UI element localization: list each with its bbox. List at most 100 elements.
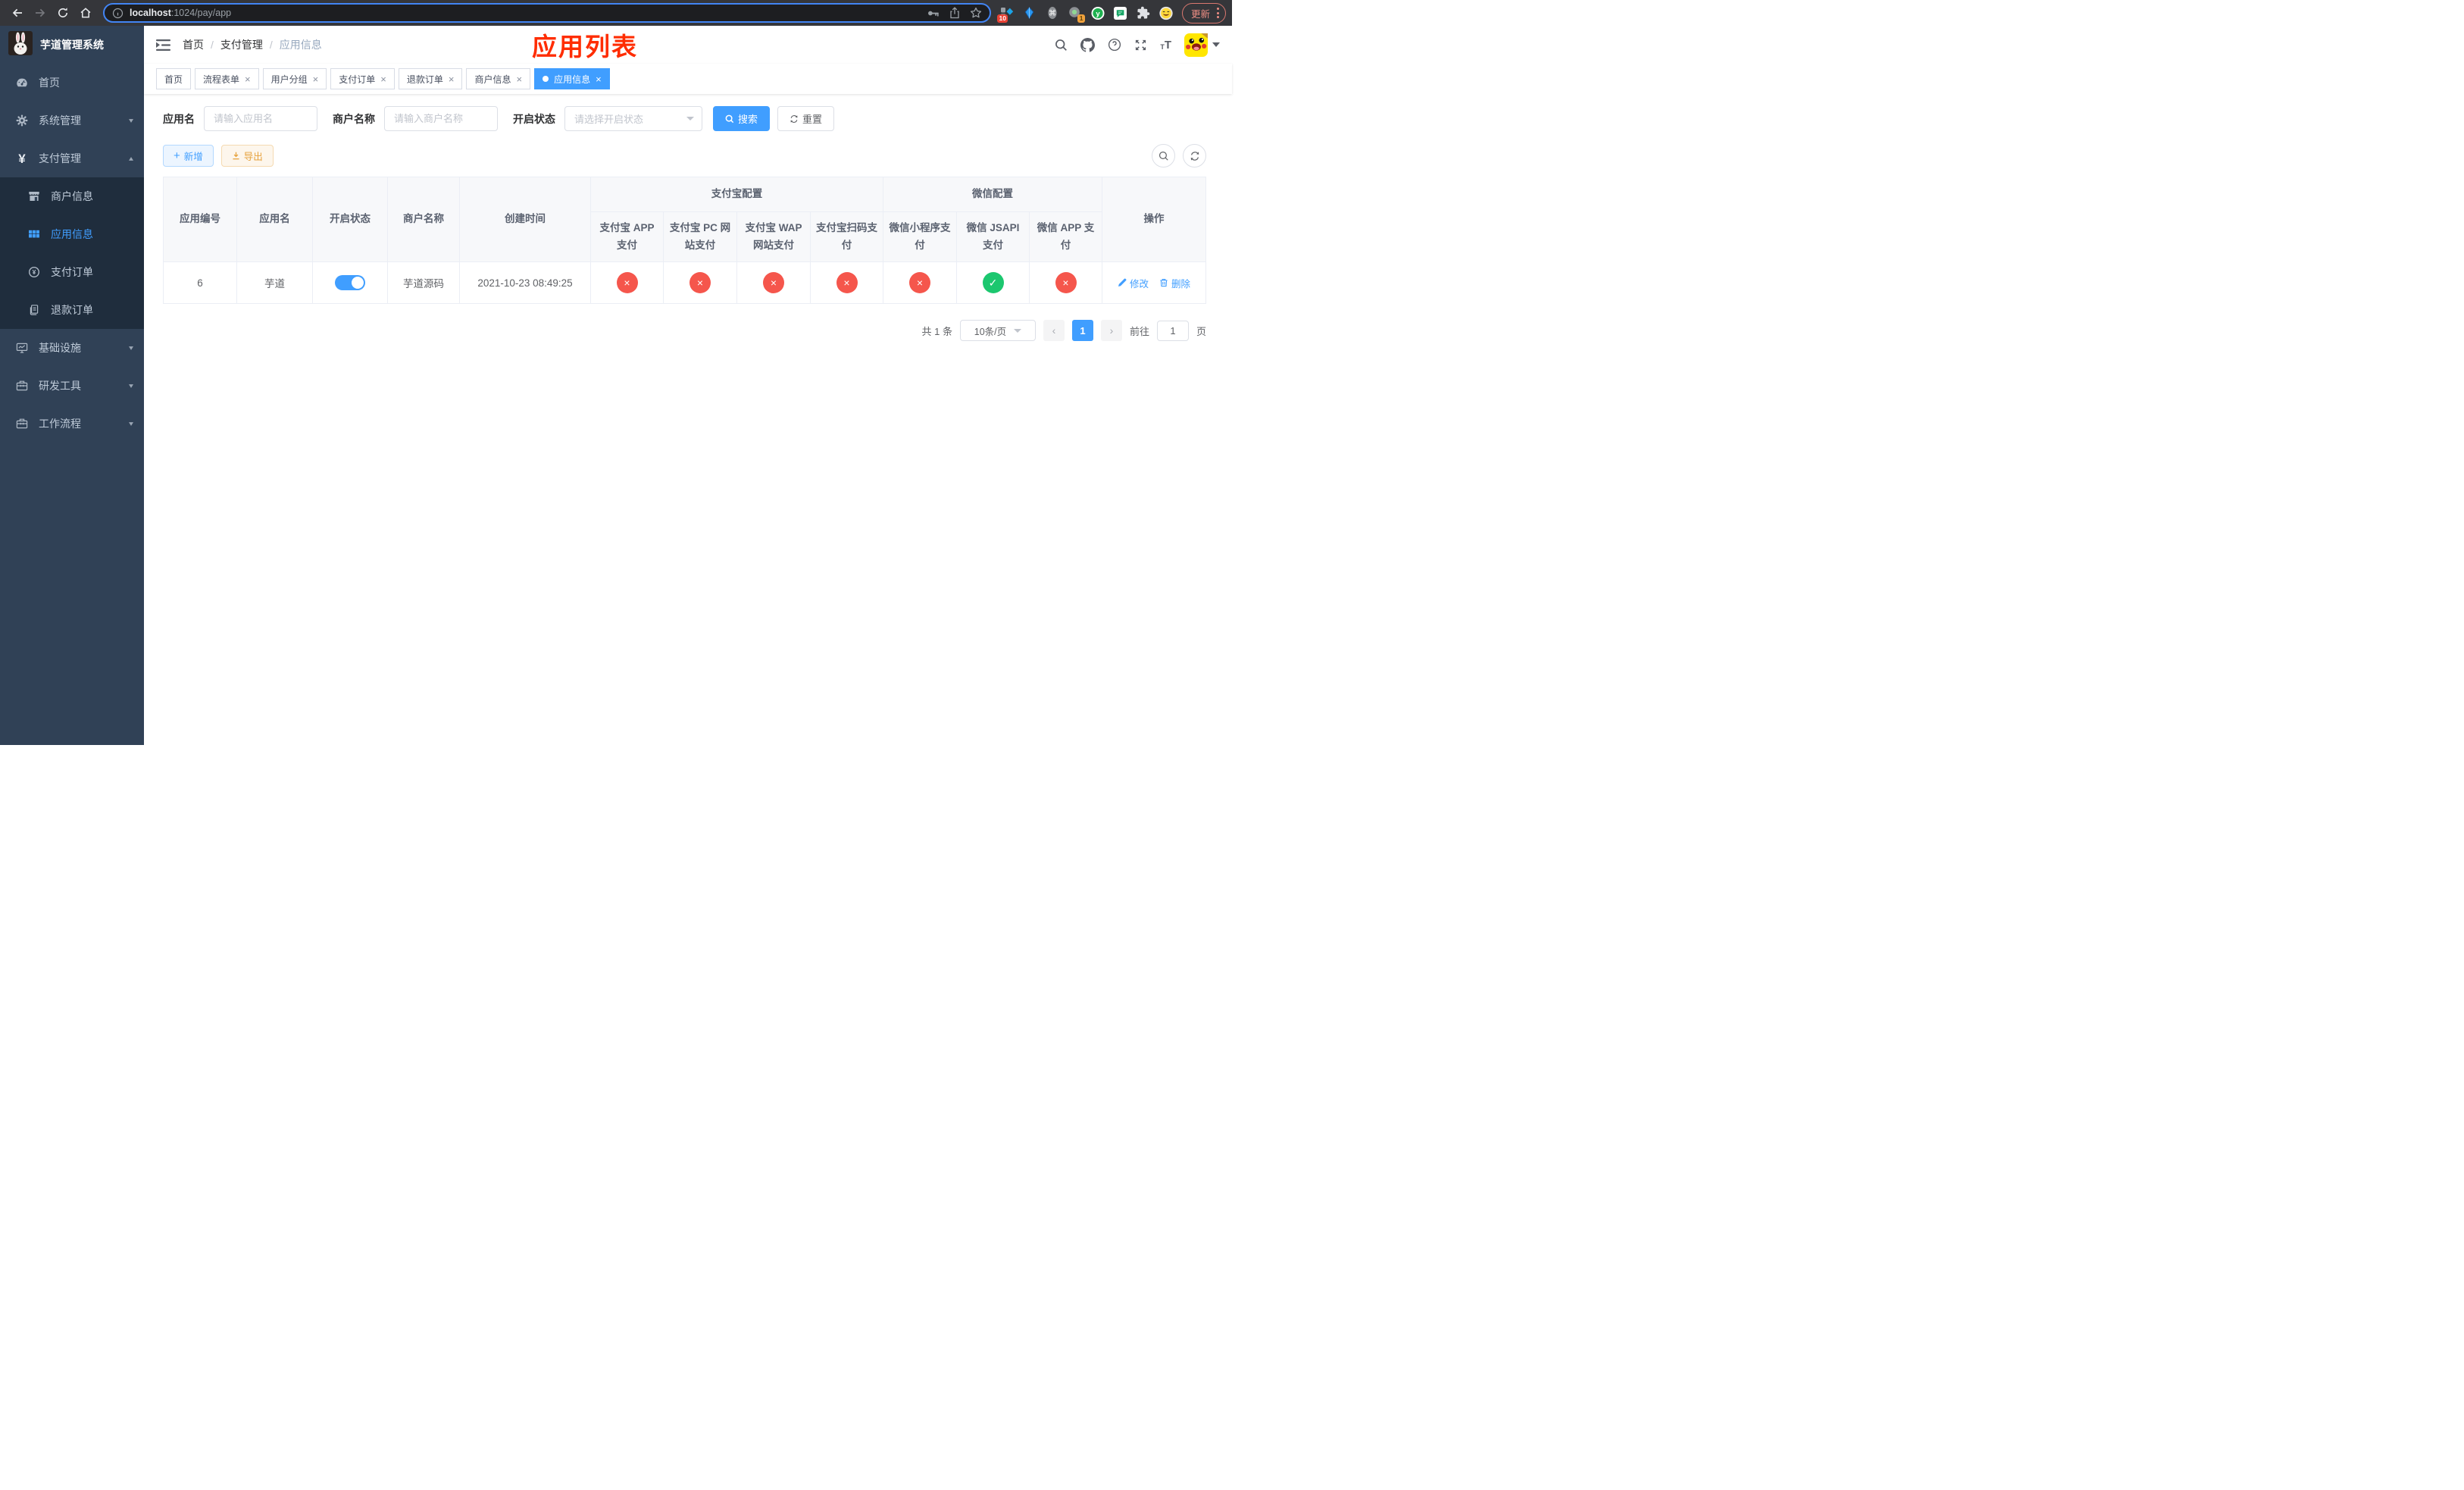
chevron-down-icon: ▾ [128,381,133,390]
close-tab-icon[interactable]: × [380,74,386,84]
goto-label: 前往 [1129,325,1149,337]
app-name-input[interactable] [204,106,317,131]
screen: localhost:1024/pay/app 10 ⌘ 1 y 更新 芋道管理系… [0,0,1232,745]
address-bar[interactable]: localhost:1024/pay/app [103,3,991,23]
sidebar-item-refund-order[interactable]: 退款订单 [0,291,144,329]
browser-back-button[interactable] [8,3,27,23]
tab-label: 流程表单 [203,74,240,85]
breadcrumb-home[interactable]: 首页 [183,37,204,52]
browser-reload-button[interactable] [53,3,73,23]
ext-y-icon[interactable]: y [1091,6,1105,20]
tab-merchant-info[interactable]: 商户信息 × [466,68,531,89]
search-button[interactable]: 搜索 [713,106,771,131]
col-alipay-pc: 支付宝 PC 网站支付 [663,211,737,262]
monitor-icon [15,342,29,354]
add-button[interactable]: + 新增 [163,145,214,167]
password-key-icon[interactable] [927,7,940,20]
merchant-name-input[interactable] [384,106,498,131]
yen-circle-icon: ¥ [27,266,41,278]
sidebar-logo-row[interactable]: 芋道管理系统 [0,26,144,64]
back-icon [12,8,22,17]
cell-actions: 修改 删除 [1102,261,1207,304]
ext-kite-icon[interactable] [1023,6,1037,20]
edit-button[interactable]: 修改 [1118,276,1149,290]
page-info-icon[interactable] [112,8,124,19]
enable-toggle[interactable] [335,275,365,290]
sidebar-item-pay-order[interactable]: ¥ 支付订单 [0,253,144,291]
tab-label: 商户信息 [474,74,511,85]
ext-chat-icon[interactable] [1114,6,1127,20]
col-wechat-jsapi: 微信 JSAPI 支付 [956,211,1030,262]
ext-command-icon[interactable]: ⌘ [1046,6,1059,20]
tab-label: 用户分组 [270,74,308,85]
tab-home[interactable]: 首页 [156,68,192,89]
goto-page-input[interactable] [1156,320,1189,341]
col-wechat-app: 微信 APP 支付 [1028,211,1103,262]
navbar: 首页 / 支付管理 / 应用信息 应用列表 T T [144,26,1232,64]
tab-pay-order[interactable]: 支付订单 × [330,68,395,89]
browser-menu-icon[interactable] [1215,6,1221,20]
extensions-puzzle-icon[interactable] [1137,6,1150,20]
sidebar-item-dev-tools[interactable]: 研发工具 ▾ [0,367,144,405]
page-1-button[interactable]: 1 [1071,320,1093,341]
ext-sidepanel-icon[interactable]: 10 [996,6,1014,23]
browser-home-button[interactable] [76,3,95,23]
browser-update-button[interactable]: 更新 [1181,2,1226,23]
tab-refund-order[interactable]: 退款订单 × [398,68,463,89]
sidebar-item-payment[interactable]: ¥ 支付管理 ▴ [0,139,144,177]
help-icon[interactable] [1108,38,1121,52]
search-icon[interactable] [1055,39,1068,52]
share-icon[interactable] [949,7,961,19]
tab-app-info[interactable]: 应用信息 × [534,68,610,89]
browser-profile-avatar[interactable] [1159,6,1173,20]
status-select[interactable]: 请选择开启状态 [564,106,702,131]
font-size-icon[interactable]: TT [1160,39,1171,51]
ext-badge: 10 [996,14,1008,23]
home-icon [80,8,91,18]
reset-button[interactable]: 重置 [777,106,835,131]
refresh-table-button[interactable] [1183,144,1206,167]
sidebar-item-label: 首页 [39,77,60,89]
prev-page-button[interactable]: ‹ [1043,320,1065,341]
sidebar: 芋道管理系统 首页系统管理 ▾ ¥ 支付管理 ▴ 商户信息应用信息 ¥ 支付订单退款订单 基础设… [0,26,144,745]
delete-button[interactable]: 删除 [1159,276,1190,290]
export-button[interactable]: 导出 [220,145,274,167]
navbar-actions: TT [1055,33,1220,57]
sidebar-item-infrastructure[interactable]: 基础设施 ▾ [0,329,144,367]
sidebar-item-merchant-info[interactable]: 商户信息 [0,177,144,215]
page-size-select[interactable]: 10条/页 [959,320,1036,341]
col-actions: 操作 [1102,177,1207,262]
tab-process-form[interactable]: 流程表单 × [195,68,259,89]
bookmark-star-icon[interactable] [970,7,982,19]
close-tab-icon[interactable]: × [516,74,522,84]
cell-status [312,261,388,304]
sidebar-item-label: 支付订单 [51,266,93,278]
main-area: 首页 / 支付管理 / 应用信息 应用列表 T T 首页 流程表单 × 用户分组… [144,26,1232,745]
sidebar-item-workflow[interactable]: 工作流程 ▾ [0,405,144,443]
ext-media-icon[interactable]: 1 [1068,6,1085,23]
fullscreen-icon[interactable] [1134,39,1147,52]
breadcrumb-pay-management[interactable]: 支付管理 [220,37,263,52]
status-fail-icon: × [763,272,784,293]
close-tab-icon[interactable]: × [245,74,251,84]
col-status: 开启状态 [312,177,388,262]
sidebar-item-system[interactable]: 系统管理 ▾ [0,102,144,139]
user-avatar[interactable] [1184,33,1220,57]
sidebar-item-label: 应用信息 [51,228,93,240]
status-fail-icon: × [1055,272,1077,293]
col-alipay-app: 支付宝 APP 支付 [590,211,664,262]
svg-text:¥: ¥ [33,268,36,276]
chevron-down-icon: ▾ [128,116,133,125]
close-tab-icon[interactable]: × [596,74,602,84]
tab-user-group[interactable]: 用户分组 × [262,68,327,89]
sidebar-item-app-info[interactable]: 应用信息 [0,215,144,253]
github-icon[interactable] [1080,37,1096,52]
next-page-button[interactable]: › [1100,320,1122,341]
sidebar-item-home[interactable]: 首页 [0,64,144,102]
toggle-search-button[interactable] [1152,144,1175,167]
close-tab-icon[interactable]: × [313,74,319,84]
url-text: localhost:1024/pay/app [130,8,918,18]
browser-forward-button[interactable] [30,3,50,23]
close-tab-icon[interactable]: × [449,74,455,84]
sidebar-toggle-button[interactable] [156,39,170,52]
